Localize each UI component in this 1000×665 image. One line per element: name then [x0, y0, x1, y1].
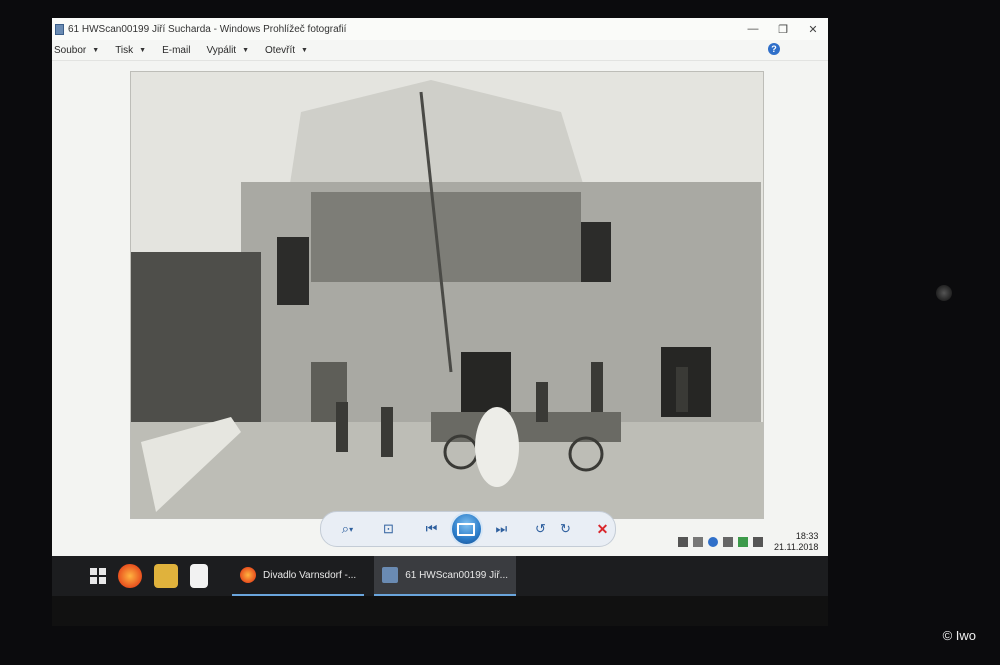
menu-email[interactable]: E-mail	[162, 45, 190, 56]
historic-building-photo	[131, 72, 763, 518]
usb-icon[interactable]	[678, 536, 688, 547]
trees	[131, 252, 261, 422]
menu-soubor-label: Soubor	[54, 44, 87, 56]
taskbar-item-label: 61 HWScan00199 Jiř...	[405, 569, 509, 581]
worker-figure	[591, 362, 603, 412]
firefox-icon[interactable]	[118, 564, 142, 588]
clock-time: 18:33	[795, 530, 819, 541]
next-icon: ⏭	[495, 521, 508, 536]
rotate-left-icon: ↺	[534, 521, 546, 536]
maximize-button[interactable]: ❐	[768, 18, 798, 40]
title-bar[interactable]: 61 HWScan00199 Jiří Sucharda - Windows P…	[52, 18, 828, 40]
bluetooth-icon[interactable]	[708, 536, 718, 547]
taskbar-item-label: Divadlo Varnsdorf -...	[263, 569, 357, 581]
file-explorer-icon[interactable]	[154, 564, 178, 588]
menu-vypalit-label: Vypálit	[206, 44, 237, 56]
mural-painting	[311, 192, 581, 282]
rotate-left-button[interactable]: ↺	[528, 516, 553, 542]
chevron-down-icon: ▼	[139, 46, 147, 54]
menu-otevrit-label: Otevřít	[265, 44, 296, 56]
menu-vypalit[interactable]: Vypálit ▼	[206, 45, 249, 56]
worker-figure	[536, 382, 548, 422]
menu-soubor[interactable]: Soubor ▼	[54, 45, 99, 56]
displayed-photo	[130, 71, 764, 519]
menu-otevrit[interactable]: Otevřít ▼	[265, 45, 308, 56]
battery-icon[interactable]	[693, 536, 703, 547]
viewer-toolbar: ⌕ ▾ ⊡ ⏮ ⏭ ↺ ↻ ✕	[320, 511, 616, 547]
previous-icon: ⏮	[425, 521, 438, 536]
help-icon[interactable]: ?	[768, 43, 780, 55]
photo-viewer-window: 61 HWScan00199 Jiří Sucharda - Windows P…	[52, 18, 828, 556]
window-title: 61 HWScan00199 Jiří Sucharda - Windows P…	[68, 23, 347, 35]
upper-window-left	[277, 237, 309, 305]
delete-button[interactable]: ✕	[590, 516, 615, 542]
taskbar-item-firefox[interactable]: Divadlo Varnsdorf -...	[232, 556, 365, 596]
window-controls: — ❐ ✕	[738, 18, 828, 40]
slideshow-button[interactable]	[449, 512, 483, 546]
clock[interactable]: 18:33 21.11.2018	[774, 531, 818, 553]
windows-start-icon[interactable]	[90, 568, 106, 584]
zoom-button[interactable]: ⌕ ▾	[333, 516, 362, 542]
chevron-down-icon: ▾	[349, 524, 354, 534]
rotate-right-button[interactable]: ↻	[553, 516, 578, 542]
fit-to-window-icon: ⊡	[382, 521, 394, 536]
worker-figure	[676, 367, 688, 412]
volume-icon[interactable]	[753, 536, 763, 547]
magnifier-icon: ⌕	[341, 521, 350, 536]
next-button[interactable]: ⏭	[489, 516, 514, 542]
child-figure	[475, 407, 519, 487]
chevron-down-icon: ▼	[301, 46, 308, 54]
minimize-button[interactable]: —	[738, 18, 768, 40]
system-tray: 18:33 21.11.2018	[678, 527, 828, 556]
taskbar-item-photo-viewer[interactable]: 61 HWScan00199 Jiř...	[374, 556, 517, 596]
menu-tisk[interactable]: Tisk ▼	[115, 45, 146, 56]
menu-bar: Soubor ▼ Tisk ▼ E-mail Vypálit ▼ Otevřít…	[52, 40, 828, 61]
security-icon[interactable]	[738, 536, 748, 547]
photo-viewer-icon	[382, 567, 399, 583]
clock-date: 21.11.2018	[774, 541, 819, 552]
chevron-down-icon: ▼	[92, 46, 100, 54]
close-button[interactable]: ✕	[798, 18, 828, 40]
image-viewer-area	[52, 61, 828, 519]
projected-screen: 61 HWScan00199 Jiří Sucharda - Windows P…	[52, 18, 828, 626]
slideshow-icon	[457, 522, 476, 536]
fit-window-button[interactable]: ⊡	[376, 516, 401, 542]
worker-figure	[336, 402, 348, 452]
projector-sensor	[936, 285, 952, 301]
menu-email-label: E-mail	[162, 44, 191, 56]
door-center	[461, 352, 511, 417]
worker-figure	[381, 407, 393, 457]
firefox-icon	[240, 567, 256, 583]
photo-viewer-app-icon	[55, 23, 64, 35]
delete-icon: ✕	[596, 520, 609, 537]
chevron-down-icon: ▼	[242, 46, 250, 54]
watermark: © Iwo	[942, 628, 976, 643]
upper-window-right	[581, 222, 611, 282]
network-icon[interactable]	[723, 536, 733, 547]
menu-tisk-label: Tisk	[115, 44, 134, 56]
taskbar: Divadlo Varnsdorf -... 61 HWScan00199 Ji…	[52, 556, 828, 596]
rotate-right-icon: ↻	[559, 521, 571, 536]
document-icon[interactable]	[190, 564, 208, 588]
previous-button[interactable]: ⏮	[419, 516, 444, 542]
